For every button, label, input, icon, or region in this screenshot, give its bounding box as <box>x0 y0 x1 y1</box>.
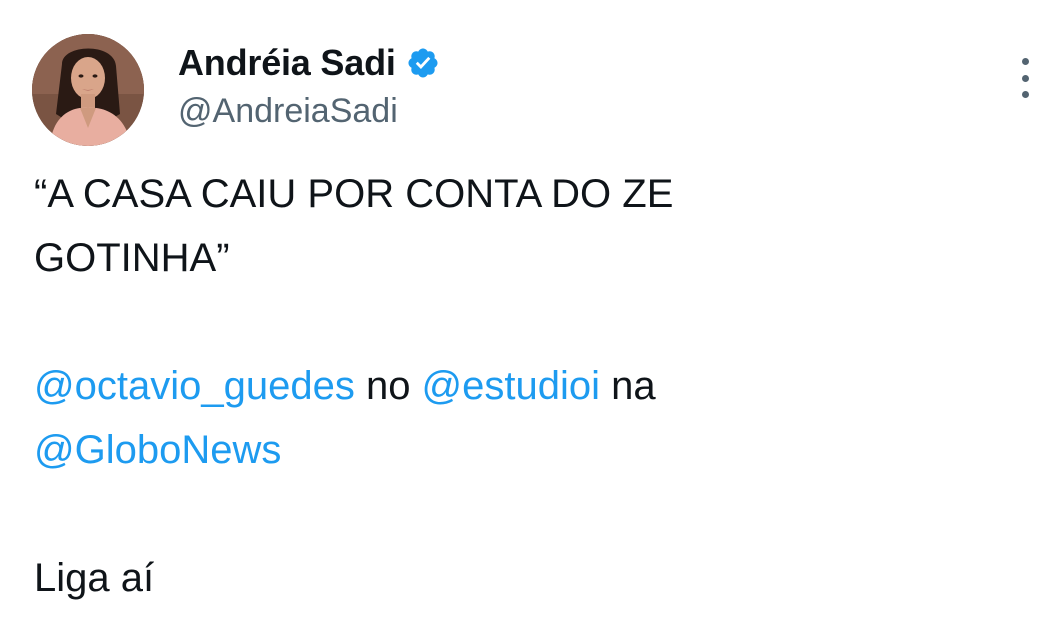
tweet-closing-line: Liga aí <box>34 556 155 600</box>
author-handle[interactable]: @AndreiaSadi <box>178 92 398 131</box>
verified-badge-icon <box>406 46 440 80</box>
mention-link-estudioi[interactable]: @estudioi <box>422 364 600 408</box>
tweet-mentions-line-1: @octavio_guedes no @estudioi na <box>34 354 1024 418</box>
author-name-row: Andréia Sadi <box>178 40 440 86</box>
more-dot <box>1021 74 1029 82</box>
tweet-quote-line-2: GOTINHA” <box>34 236 230 280</box>
mention-link-octavio-guedes[interactable]: @octavio_guedes <box>34 364 355 408</box>
more-dot <box>1021 58 1029 65</box>
tweet-card: Andréia Sadi @AndreiaSadi “A CASA CAIU P… <box>0 0 1057 624</box>
mention-link-globonews[interactable]: @GloboNews <box>34 428 281 472</box>
author-display-name[interactable]: Andréia Sadi <box>178 42 396 84</box>
more-options-icon[interactable] <box>1012 58 1038 98</box>
more-dot <box>1021 91 1029 98</box>
tweet-text: “A CASA CAIU POR CONTA DO ZE GOTINHA” @o… <box>34 162 1024 610</box>
tweet-quote-line-1: “A CASA CAIU POR CONTA DO ZE <box>34 172 674 216</box>
author-avatar[interactable] <box>32 34 144 146</box>
tweet-connector-no: no <box>354 364 422 408</box>
tweet-mentions-line-2: @GloboNews <box>34 418 1024 482</box>
avatar-photo <box>32 34 144 146</box>
tweet-connector-na: na <box>600 364 656 408</box>
